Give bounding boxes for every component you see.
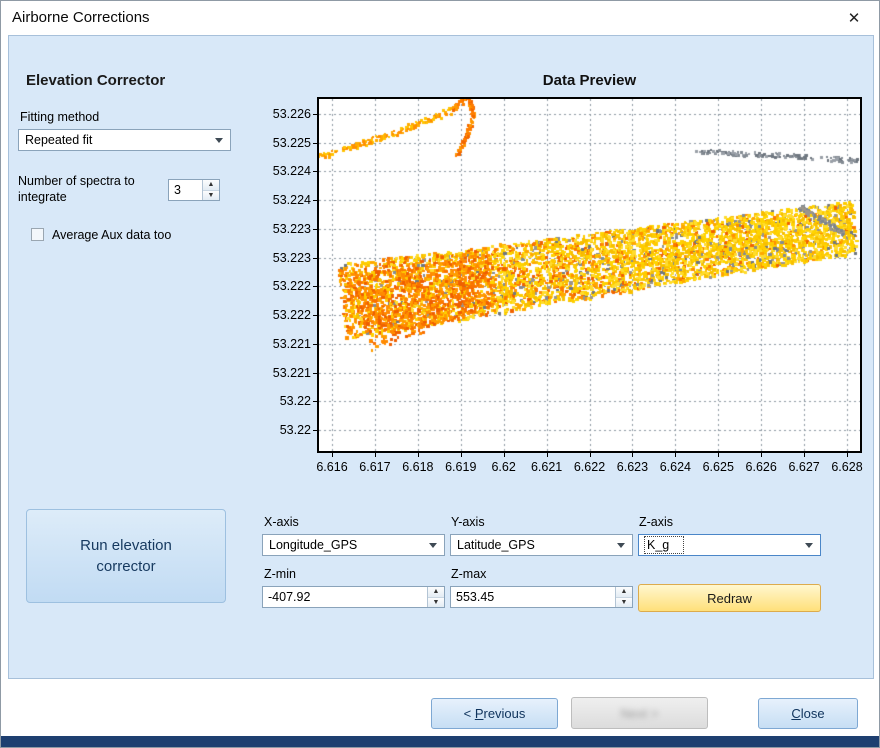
x-axis-value: Longitude_GPS [269,538,357,552]
y-tick-mark [313,143,317,144]
y-tick-label: 53.22 [251,423,311,438]
x-tick-mark [418,453,419,457]
window-close-button[interactable]: ✕ [833,2,875,34]
run-button-label: Run elevation corrector [51,535,201,577]
spin-up-icon[interactable]: ▲ [616,587,632,597]
spectra-label: Number of spectra to integrate [18,173,168,205]
run-elevation-corrector-button[interactable]: Run elevation corrector [26,509,226,603]
z-max-stepper: ▲ ▼ [450,586,633,608]
y-tick-label: 53.226 [251,107,311,122]
y-tick-mark [313,200,317,201]
dialog-content: Elevation Corrector Fitting method Repea… [8,35,874,679]
chevron-down-icon [805,543,813,548]
spectra-stepper: ▲ ▼ [168,179,220,201]
spin-down-icon[interactable]: ▼ [428,597,444,608]
bottom-strip [1,736,879,747]
spectra-spin-buttons: ▲ ▼ [202,180,219,200]
y-tick-label: 53.225 [251,136,311,151]
airborne-corrections-dialog: Airborne Corrections ✕ Elevation Correct… [0,0,880,748]
redraw-button-label: Redraw [707,591,752,606]
chevron-down-icon [617,543,625,548]
x-tick-mark [332,453,333,457]
y-tick-label: 53.22 [251,394,311,409]
panel-title: Elevation Corrector [26,72,165,89]
plot-frame [317,97,862,453]
x-axis-combobox[interactable]: Longitude_GPS [262,534,445,556]
chevron-down-icon [429,543,437,548]
data-preview-title: Data Preview [317,72,862,89]
x-tick-mark [504,453,505,457]
y-axis-label: Y-axis [451,514,485,530]
y-tick-mark [313,258,317,259]
previous-button[interactable]: < Previous [431,698,558,729]
y-tick-label: 53.221 [251,366,311,381]
previous-button-label: < Previous [464,706,526,721]
y-axis-value: Latitude_GPS [457,538,535,552]
y-tick-mark [313,315,317,316]
y-tick-label: 53.222 [251,308,311,323]
x-tick-mark [804,453,805,457]
y-tick-mark [313,114,317,115]
close-button-label: Close [791,706,824,721]
z-max-spin-buttons: ▲ ▼ [615,587,632,607]
x-tick-label: 6.628 [821,460,873,475]
y-tick-label: 53.224 [251,164,311,179]
z-max-input[interactable] [451,587,615,607]
next-button-label: Next > [621,706,659,721]
y-tick-label: 53.222 [251,279,311,294]
y-tick-mark [313,373,317,374]
y-tick-mark [313,229,317,230]
x-tick-mark [718,453,719,457]
y-tick-mark [313,401,317,402]
fitting-method-combobox[interactable]: Repeated fit [18,129,231,151]
next-button: Next > [571,697,708,729]
y-tick-mark [313,344,317,345]
z-axis-label: Z-axis [639,514,673,530]
x-tick-mark [461,453,462,457]
close-button[interactable]: Close [758,698,858,729]
x-axis-label: X-axis [264,514,299,530]
window-title: Airborne Corrections [12,1,150,35]
z-min-stepper: ▲ ▼ [262,586,445,608]
close-icon: ✕ [848,10,861,27]
spin-down-icon[interactable]: ▼ [203,190,219,201]
titlebar: Airborne Corrections ✕ [1,1,879,35]
z-min-spin-buttons: ▲ ▼ [427,587,444,607]
y-tick-mark [313,430,317,431]
x-tick-mark [632,453,633,457]
y-tick-label: 53.223 [251,222,311,237]
y-tick-mark [313,286,317,287]
y-tick-label: 53.223 [251,251,311,266]
z-min-label: Z-min [264,566,296,582]
x-tick-mark [761,453,762,457]
x-tick-mark [375,453,376,457]
average-aux-label: Average Aux data too [52,227,171,243]
x-tick-mark [547,453,548,457]
chevron-down-icon [215,138,223,143]
average-aux-checkbox[interactable] [31,228,44,241]
redraw-button[interactable]: Redraw [638,584,821,612]
y-axis-combobox[interactable]: Latitude_GPS [450,534,633,556]
y-tick-label: 53.224 [251,193,311,208]
y-tick-label: 53.221 [251,337,311,352]
x-tick-mark [847,453,848,457]
z-axis-combobox[interactable]: K_g [638,534,821,556]
z-max-label: Z-max [451,566,486,582]
z-axis-value: K_g [645,537,683,553]
spin-up-icon[interactable]: ▲ [428,587,444,597]
fitting-method-label: Fitting method [20,109,99,125]
spectra-input[interactable] [169,180,202,200]
spin-down-icon[interactable]: ▼ [616,597,632,608]
x-tick-mark [675,453,676,457]
y-tick-mark [313,171,317,172]
x-tick-mark [590,453,591,457]
fitting-method-value: Repeated fit [25,133,92,147]
spin-up-icon[interactable]: ▲ [203,180,219,190]
z-min-input[interactable] [263,587,427,607]
scatter-canvas [319,99,860,451]
